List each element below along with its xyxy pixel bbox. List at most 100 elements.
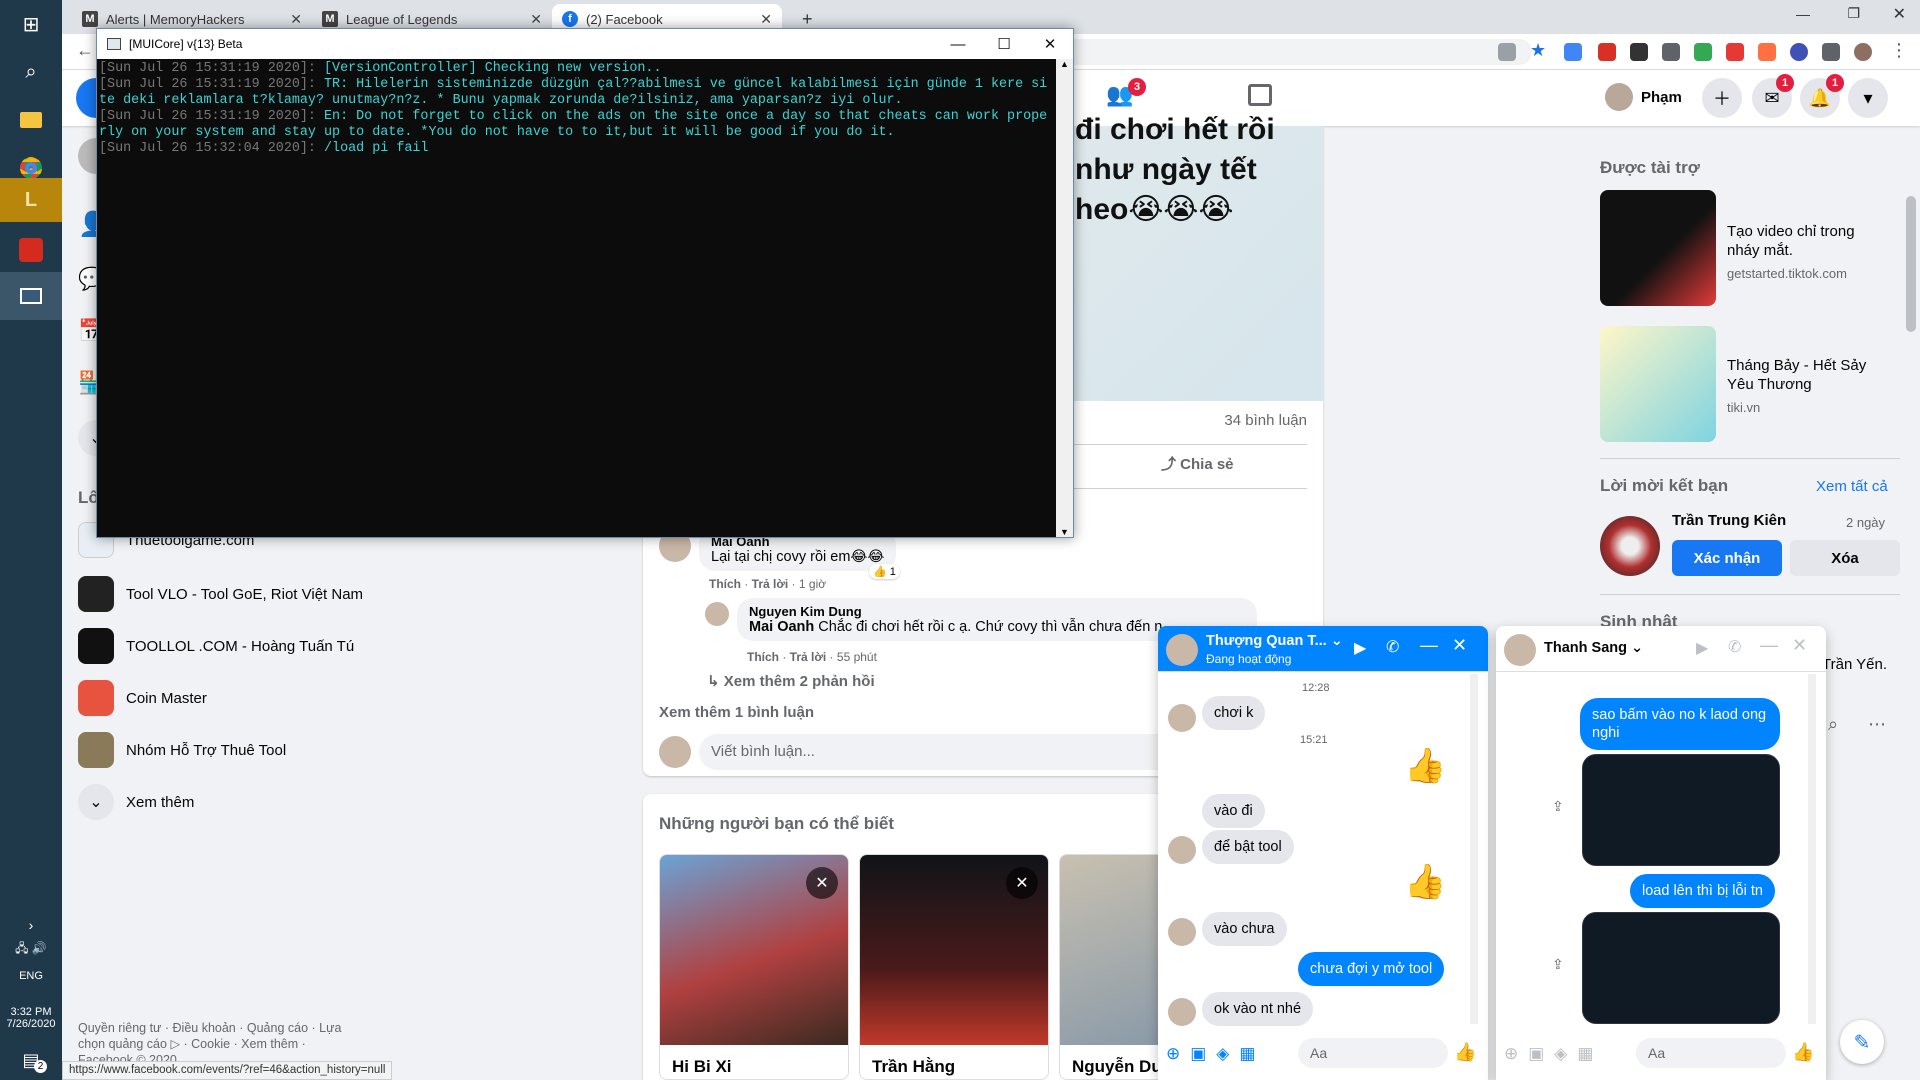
extension-icon[interactable] <box>1662 43 1680 61</box>
minimize-icon[interactable]: — <box>935 29 981 59</box>
shortcut-item[interactable]: Nhóm Hỗ Trợ Thuê Tool <box>78 732 286 768</box>
ad-link[interactable]: Tạo video chỉ trong nháy mắt. getstarted… <box>1727 222 1887 283</box>
person-card[interactable]: Nguyễn Du <box>1059 854 1169 1080</box>
minimize-icon[interactable]: — <box>1420 635 1438 656</box>
menu-dots-icon[interactable]: ⋮ <box>1890 40 1908 61</box>
windows-start-icon[interactable]: ⊞ <box>0 0 62 48</box>
share-icon[interactable]: ⇪ <box>1552 956 1564 973</box>
like-link[interactable]: Thích <box>709 577 741 591</box>
image-attachment[interactable] <box>1582 754 1780 866</box>
console-app-icon[interactable] <box>0 272 62 320</box>
close-icon[interactable]: ✕ <box>530 11 542 28</box>
page-scrollbar[interactable] <box>1906 196 1916 332</box>
back-icon[interactable]: ← <box>76 40 94 61</box>
chat-attachment-icons[interactable]: ⊕▣◈▦ <box>1504 1044 1603 1064</box>
scroll-down-arrow[interactable]: ▼ <box>1056 527 1073 537</box>
extension-icon[interactable] <box>1630 43 1648 61</box>
bookmark-star-icon[interactable]: ★ <box>1530 40 1546 61</box>
like-link[interactable]: Thích <box>747 650 779 664</box>
chat-message-input[interactable]: Aa <box>1298 1038 1448 1068</box>
language-indicator[interactable]: ENG <box>0 970 62 982</box>
see-more-button[interactable]: ⌄ Xem thêm <box>78 784 194 820</box>
reply-link[interactable]: Trả lời <box>790 650 827 664</box>
extension-icon[interactable] <box>1758 43 1776 61</box>
commenter-name[interactable]: Nguyen Kim Dung <box>749 604 1245 619</box>
restore-icon[interactable]: ❐ <box>1847 5 1860 22</box>
shortcut-item[interactable]: Coin Master <box>78 680 207 716</box>
translate-icon[interactable] <box>1498 43 1516 61</box>
person-name[interactable]: Hi Bi Xi <box>672 1057 732 1077</box>
delete-button[interactable]: Xóa <box>1790 540 1900 576</box>
close-icon[interactable]: ✕ <box>806 867 838 899</box>
like-thumb-icon[interactable]: 👍 <box>1454 1042 1476 1063</box>
avatar[interactable] <box>659 736 691 768</box>
clock-date[interactable]: 7/26/2020 <box>0 1018 62 1030</box>
share-button[interactable]: ⤴ Chia sẻ <box>1161 453 1234 474</box>
chat-header[interactable]: Thanh Sang ⌄ ▶ ✆ — ✕ <box>1496 626 1826 672</box>
chat-header[interactable]: Thượng Quan T... ⌄ Đang hoạt động ▶ ✆ — … <box>1158 626 1488 672</box>
video-call-icon[interactable]: ▶ <box>1354 638 1366 658</box>
shortcut-item[interactable]: Tool VLO - Tool GoE, Riot Việt Nam <box>78 576 363 612</box>
ad-link[interactable]: Tháng Bảy - Hết Sảy Yêu Thương tiki.vn <box>1727 356 1887 417</box>
share-icon[interactable]: ⇪ <box>1552 798 1564 815</box>
network-volume-icon[interactable]: 🖧 🔊 <box>0 939 62 960</box>
tiki-ad-image[interactable] <box>1600 326 1716 442</box>
confirm-button[interactable]: Xác nhận <box>1672 540 1782 576</box>
requester-name[interactable]: Trần Trung Kiên <box>1672 512 1786 529</box>
search-icon[interactable]: ⌕ <box>1828 714 1838 735</box>
image-attachment[interactable] <box>1582 912 1780 1024</box>
gaming-icon[interactable] <box>1248 84 1272 106</box>
person-name[interactable]: Nguyễn Du <box>1072 1057 1162 1077</box>
mention-link[interactable]: Mai Oanh <box>749 619 814 635</box>
reply-link[interactable]: Trả lời <box>752 577 789 591</box>
minimize-icon[interactable]: — <box>1760 635 1778 656</box>
phone-icon[interactable]: ✆ <box>1386 637 1399 657</box>
close-window-icon[interactable]: ✕ <box>1893 4 1906 24</box>
close-icon[interactable]: ✕ <box>760 11 772 28</box>
close-icon[interactable]: ✕ <box>290 11 302 28</box>
file-explorer-icon[interactable] <box>0 96 62 144</box>
see-all-link[interactable]: Xem tất cả <box>1816 478 1888 495</box>
birthday-name[interactable]: Trần Yến. <box>1822 656 1887 673</box>
action-center-icon[interactable]: ▤ 2 <box>0 1050 62 1080</box>
minimize-icon[interactable]: — <box>1796 6 1810 22</box>
chat-scrollbar[interactable] <box>1808 674 1816 1024</box>
account-menu-icon[interactable]: ▾ <box>1848 78 1888 118</box>
extension-icon[interactable] <box>1598 43 1616 61</box>
person-card[interactable]: ✕ Trần Hằng <box>859 854 1049 1080</box>
clock-time[interactable]: 3:32 PM <box>0 1006 62 1018</box>
person-card[interactable]: ✕ Hi Bi Xi <box>659 854 849 1080</box>
chat-attachment-icons[interactable]: ⊕▣◈▦ <box>1166 1044 1265 1064</box>
extension-icon[interactable] <box>1694 43 1712 61</box>
close-icon[interactable]: ✕ <box>1792 635 1807 656</box>
extension-icon[interactable] <box>1726 43 1744 61</box>
search-icon[interactable]: ⌕ <box>0 48 62 96</box>
shortcut-item[interactable]: TOOLLOL .COM - Hoàng Tuấn Tú <box>78 628 354 664</box>
more-options-icon[interactable]: ⋯ <box>1868 714 1886 735</box>
profile-button[interactable]: Phạm <box>1602 80 1690 114</box>
comments-count[interactable]: 34 bình luận <box>1224 412 1307 429</box>
league-of-legends-icon[interactable]: L <box>0 178 62 222</box>
console-scrollbar[interactable]: ▲ ▼ <box>1056 59 1073 537</box>
create-button[interactable]: ＋ <box>1702 78 1742 118</box>
reaction-count[interactable]: 👍 1 <box>869 564 900 579</box>
puzzle-icon[interactable] <box>1822 43 1840 61</box>
maximize-icon[interactable]: ☐ <box>981 29 1027 59</box>
video-call-icon[interactable]: ▶ <box>1696 638 1708 658</box>
close-icon[interactable]: ✕ <box>1027 29 1073 59</box>
avatar[interactable] <box>705 602 729 626</box>
person-name[interactable]: Trần Hằng <box>872 1057 955 1077</box>
close-icon[interactable]: ✕ <box>1452 635 1467 656</box>
avatar[interactable] <box>1600 516 1660 576</box>
extension-icon[interactable] <box>1790 43 1808 61</box>
chat-message-input[interactable]: Aa <box>1636 1038 1786 1068</box>
like-thumb-icon[interactable]: 👍 <box>1792 1042 1814 1063</box>
profile-avatar[interactable] <box>1854 43 1872 61</box>
garena-icon[interactable] <box>0 226 62 274</box>
more-replies-link[interactable]: ↳ Xem thêm 2 phản hồi <box>707 672 875 690</box>
extension-icon[interactable] <box>1564 43 1582 61</box>
more-comments-link[interactable]: Xem thêm 1 bình luận <box>659 704 814 721</box>
tiktok-ad-image[interactable] <box>1600 190 1716 306</box>
close-icon[interactable]: ✕ <box>1006 867 1038 899</box>
new-message-icon[interactable]: ✎ <box>1840 1020 1884 1064</box>
